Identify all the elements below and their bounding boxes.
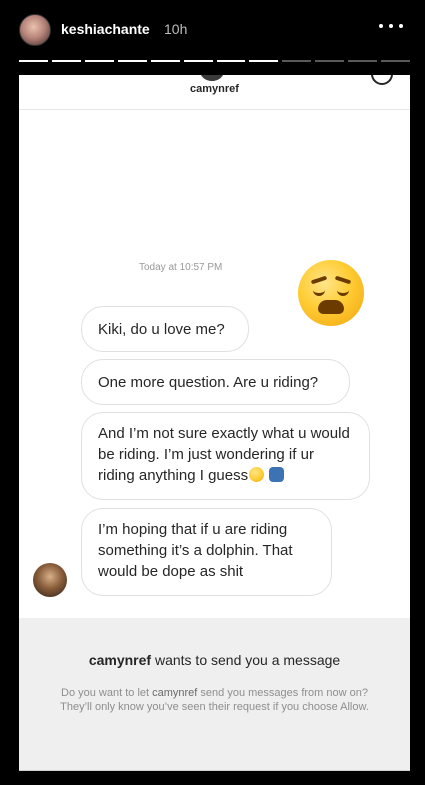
story-header: keshiachante 10h [0, 0, 425, 60]
story-progress-segment [183, 60, 213, 62]
story-progress-segment [216, 60, 246, 62]
story-progress-segment [315, 60, 345, 62]
request-title: camynref wants to send you a message [19, 652, 410, 668]
request-title-text: wants to send you a message [151, 652, 341, 668]
story-progress-segment [282, 60, 312, 62]
message-text: One more question. Are u riding? [98, 374, 319, 391]
message-bubble: Kiki, do u love me? [81, 306, 249, 352]
profile-avatar[interactable] [19, 14, 51, 46]
message-bubble: And I’m not sure exactly what u would be… [81, 412, 370, 500]
thinking-face-icon [249, 467, 265, 482]
message-request-panel: camynref wants to send you a message Do … [19, 618, 410, 771]
story-progress-segment [19, 60, 48, 62]
story-username[interactable]: keshiachante [61, 21, 150, 37]
sender-avatar[interactable] [33, 563, 67, 597]
message-text: And I’m not sure exactly what u would be… [98, 425, 350, 484]
story-progress-segment [348, 60, 378, 62]
story-progress-segment [84, 60, 114, 62]
header-avatar[interactable] [200, 75, 224, 81]
request-desc-pre: Do you want to let [61, 687, 153, 699]
story-time: 10h [164, 21, 188, 37]
person-shrugging-icon [269, 467, 285, 482]
dm-screenshot: camynref Today at 10:57 PM Kiki, do u lo… [19, 75, 410, 771]
message-bubble: I’m hoping that if u are riding somethin… [81, 508, 332, 596]
divider [19, 770, 410, 771]
story-progress-bar [19, 60, 411, 62]
message-bubble: One more question. Are u riding? [81, 359, 350, 405]
request-desc-username: camynref [152, 687, 198, 699]
story-progress-segment [381, 60, 411, 62]
story-progress-segment [150, 60, 180, 62]
more-options-icon[interactable] [379, 20, 403, 32]
request-username[interactable]: camynref [89, 652, 151, 668]
weary-face-emoji-icon [298, 260, 364, 326]
conversation-username[interactable]: camynref [19, 83, 410, 95]
message-text: I’m hoping that if u are riding somethin… [98, 521, 293, 580]
story-progress-segment [51, 60, 81, 62]
story-progress-segment [249, 60, 279, 62]
conversation-header: camynref [19, 75, 410, 110]
message-text: Kiki, do u love me? [98, 321, 225, 338]
request-description: Do you want to let camynref send you mes… [49, 686, 380, 714]
message-timestamp: Today at 10:57 PM [139, 262, 223, 273]
story-progress-segment [117, 60, 147, 62]
